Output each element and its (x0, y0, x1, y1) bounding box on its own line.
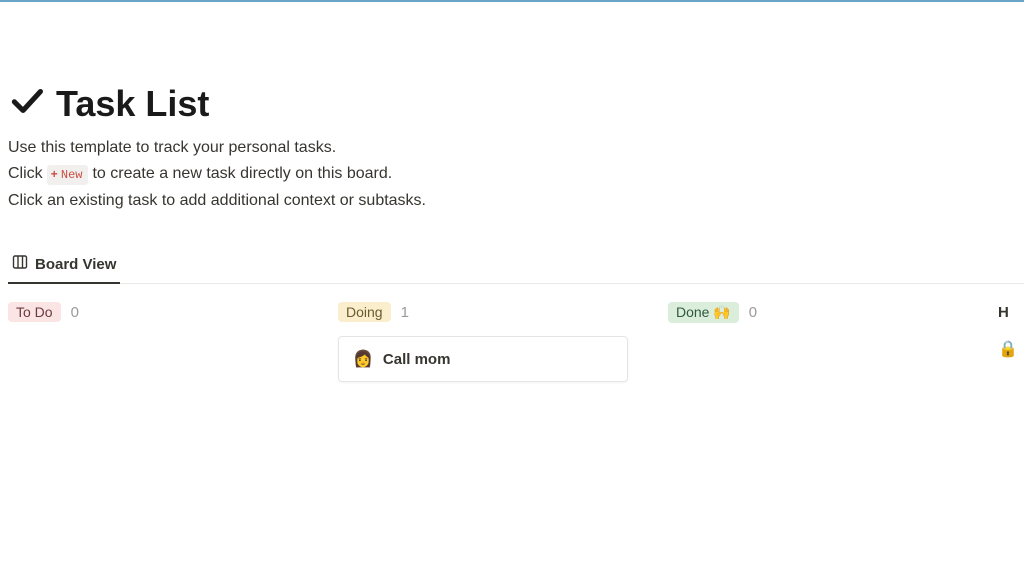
check-icon (8, 82, 46, 125)
desc-text: Click an existing task to add additional… (8, 188, 426, 214)
status-pill-doing[interactable]: Doing (338, 302, 391, 322)
overflow-hint: H (998, 304, 1009, 321)
column-doing: Doing 1 👩 Call mom (338, 302, 668, 382)
column-header: To Do 0 (8, 302, 326, 322)
column-header: Doing 1 (338, 302, 656, 322)
view-tabs-region: Board View To Do 0 Doing 1 👩 Call mom (8, 248, 1024, 382)
column-count: 0 (71, 304, 79, 321)
column-todo: To Do 0 (8, 302, 338, 382)
column-done: Done 🙌 0 (668, 302, 998, 382)
card-title: Call mom (383, 351, 451, 368)
page-description: Use this template to track your personal… (8, 135, 1024, 214)
desc-line-1: Use this template to track your personal… (8, 135, 1024, 161)
tab-label: Board View (35, 256, 116, 273)
new-chip-label: New (61, 166, 83, 184)
title-row: Task List (8, 82, 1024, 125)
status-pill-todo[interactable]: To Do (8, 302, 61, 322)
board-icon (12, 254, 28, 274)
page-header: Task List Use this template to track you… (8, 22, 1024, 214)
card-call-mom[interactable]: 👩 Call mom (338, 336, 628, 382)
desc-text: to create a new task directly on this bo… (92, 161, 392, 187)
tab-board-view[interactable]: Board View (8, 248, 120, 284)
column-count: 1 (401, 304, 409, 321)
desc-line-3: Click an existing task to add additional… (8, 188, 1024, 214)
desc-text: Use this template to track your personal… (8, 135, 336, 161)
overflow-column: H 🔒 (998, 302, 1024, 382)
desc-line-2: Click + New to create a new task directl… (8, 161, 1024, 187)
view-tabs: Board View (8, 248, 1024, 284)
column-header: Done 🙌 0 (668, 302, 986, 323)
column-count: 0 (749, 304, 757, 321)
new-button-chip[interactable]: + New (47, 165, 89, 185)
page-title: Task List (56, 83, 209, 125)
desc-text: Click (8, 161, 43, 187)
status-pill-done[interactable]: Done 🙌 (668, 302, 739, 323)
plus-icon: + (51, 166, 58, 184)
card-emoji-icon: 👩 (353, 349, 373, 369)
board: To Do 0 Doing 1 👩 Call mom Done 🙌 0 (8, 302, 1024, 382)
page-root: Task List Use this template to track you… (0, 2, 1024, 382)
lock-icon: 🔒 (998, 339, 1018, 359)
